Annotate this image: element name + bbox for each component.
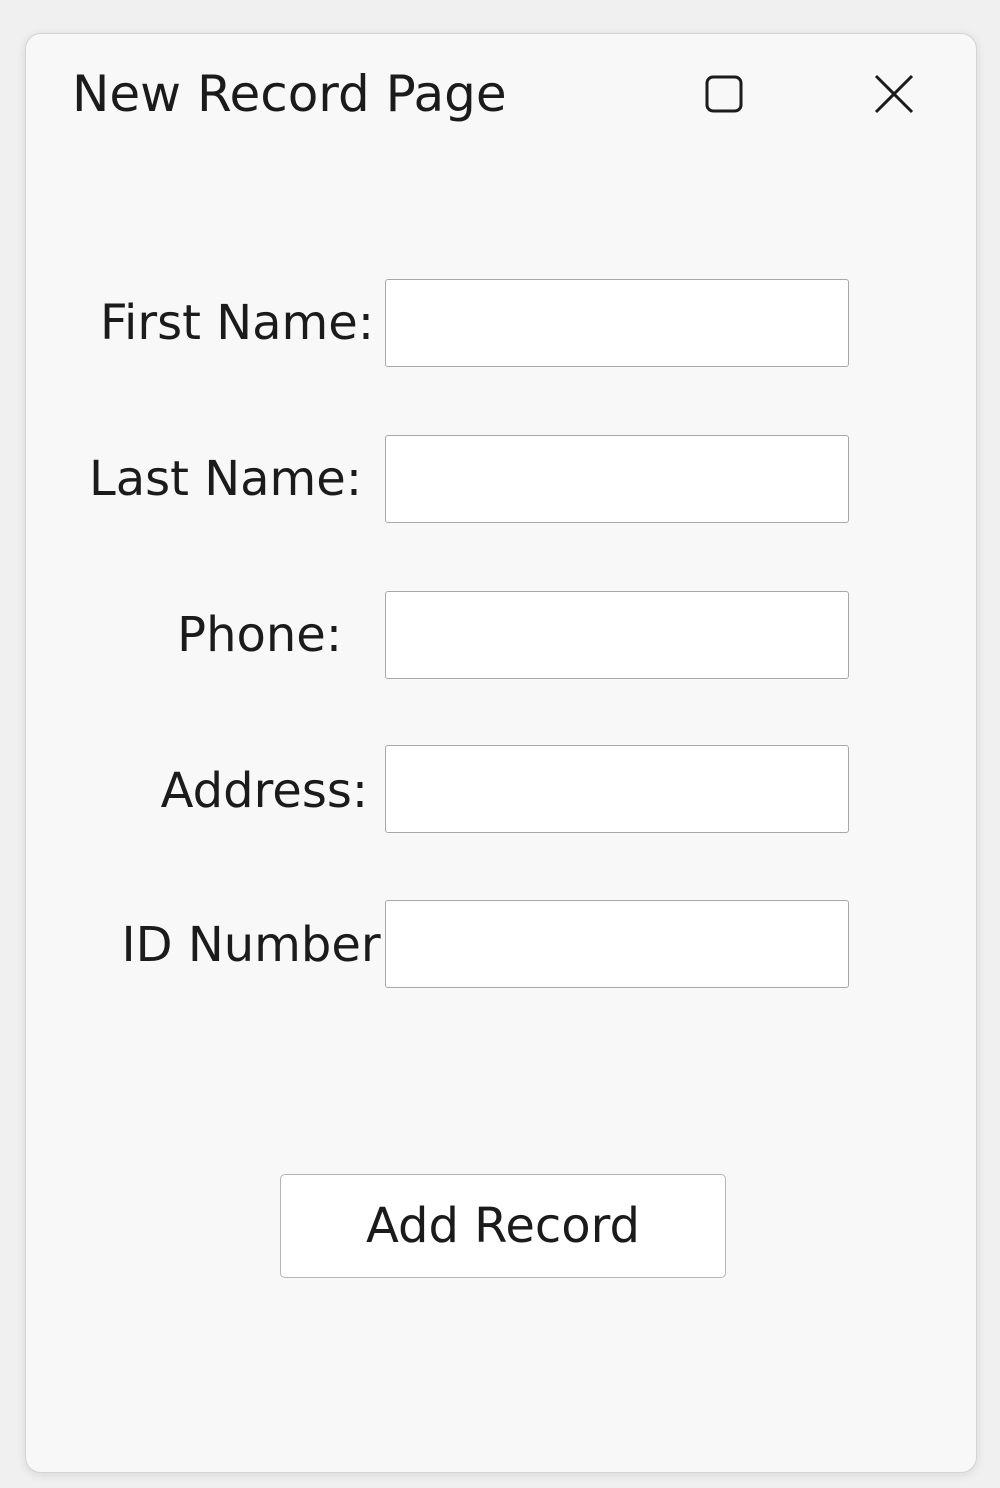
first-name-label: First Name: [99,295,374,351]
phone-input[interactable] [385,591,849,679]
new-record-window: New Record Page First Name: Last Name: P… [25,33,977,1473]
id-number-input[interactable] [385,900,849,988]
window-title: New Record Page [72,65,507,123]
last-name-label: Last Name: [88,451,362,507]
address-input[interactable] [385,745,849,833]
phone-label: Phone: [177,607,342,663]
id-number-label: ID Number: [121,917,396,973]
first-name-input[interactable] [385,279,849,367]
add-record-button[interactable]: Add Record [280,1174,726,1278]
close-button[interactable] [864,64,924,124]
maximize-icon [705,75,743,113]
maximize-button[interactable] [694,64,754,124]
close-icon [874,74,914,114]
address-label: Address: [160,763,368,819]
last-name-input[interactable] [385,435,849,523]
